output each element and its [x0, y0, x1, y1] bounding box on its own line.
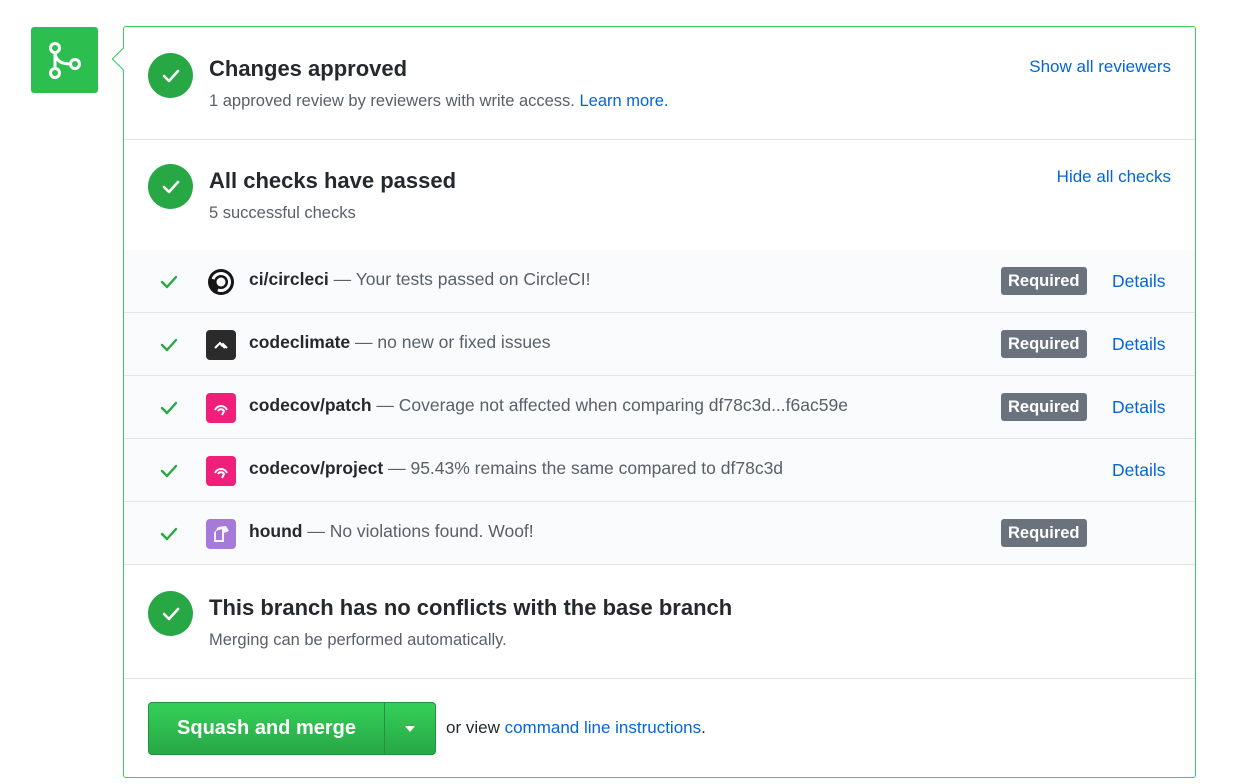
- approval-section: Changes approved 1 approved review by re…: [124, 27, 1195, 140]
- codecov-icon: [206, 393, 236, 423]
- checks-subtitle: 5 successful checks: [209, 204, 356, 222]
- hint-prefix: or view: [446, 718, 500, 737]
- check-description: — no new or fixed issues: [355, 332, 551, 352]
- merge-options-dropdown[interactable]: [385, 703, 435, 754]
- checks-summary-section: All checks have passed 5 successful chec…: [124, 139, 1195, 251]
- check-text: codecov/patch — Coverage not affected wh…: [249, 395, 848, 416]
- check-description: — No violations found. Woof!: [307, 521, 534, 541]
- command-line-hint: or view command line instructions.: [446, 718, 706, 738]
- required-badge: Required: [1001, 330, 1087, 358]
- check-icon: [160, 338, 178, 352]
- conflicts-title: This branch has no conflicts with the ba…: [209, 595, 733, 620]
- check-row: codecov/project — 95.43% remains the sam…: [124, 439, 1195, 502]
- details-link[interactable]: Details: [1112, 271, 1166, 292]
- check-name: hound: [249, 521, 303, 541]
- check-description: — Your tests passed on CircleCI!: [333, 269, 591, 289]
- hide-all-checks-link[interactable]: Hide all checks: [1057, 167, 1171, 187]
- git-merge-icon: [31, 27, 98, 93]
- check-name: codecov/project: [249, 458, 384, 478]
- check-icon: [160, 464, 178, 478]
- required-badge: Required: [1001, 519, 1087, 547]
- approval-title: Changes approved: [209, 56, 408, 81]
- conflicts-section: This branch has no conflicts with the ba…: [124, 565, 1195, 679]
- details-link[interactable]: Details: [1112, 460, 1166, 481]
- check-row: codeclimate — no new or fixed issues Req…: [124, 313, 1195, 376]
- learn-more-link[interactable]: Learn more.: [580, 92, 669, 110]
- show-all-reviewers-link[interactable]: Show all reviewers: [1029, 57, 1171, 77]
- hint-suffix: .: [701, 718, 706, 737]
- check-circle-icon: [148, 164, 193, 209]
- approval-subtitle: 1 approved review by reviewers with writ…: [209, 92, 668, 111]
- approval-subtitle-text: 1 approved review by reviewers with writ…: [209, 92, 575, 110]
- command-line-instructions-link[interactable]: command line instructions: [505, 718, 702, 737]
- hound-icon: [206, 519, 236, 549]
- check-row: hound — No violations found. Woof! Requi…: [124, 502, 1195, 565]
- caret-down-icon: [405, 725, 415, 732]
- check-icon: [160, 401, 178, 415]
- check-row: ci/circleci — Your tests passed on Circl…: [124, 250, 1195, 313]
- check-name: ci/circleci: [249, 269, 329, 289]
- check-description: — 95.43% remains the same compared to df…: [388, 458, 784, 478]
- codeclimate-icon: [206, 330, 236, 360]
- required-badge: Required: [1001, 393, 1087, 421]
- check-name: codecov/patch: [249, 395, 372, 415]
- check-text: ci/circleci — Your tests passed on Circl…: [249, 269, 590, 290]
- codecov-icon: [206, 456, 236, 486]
- circleci-icon: [206, 267, 236, 297]
- check-description: — Coverage not affected when comparing d…: [376, 395, 848, 415]
- check-circle-icon: [148, 591, 193, 636]
- details-link[interactable]: Details: [1112, 397, 1166, 418]
- details-link[interactable]: Details: [1112, 334, 1166, 355]
- merge-status-panel: Changes approved 1 approved review by re…: [123, 26, 1196, 778]
- check-text: codecov/project — 95.43% remains the sam…: [249, 458, 783, 479]
- check-name: codeclimate: [249, 332, 351, 352]
- check-circle-icon: [148, 53, 193, 98]
- squash-and-merge-button[interactable]: Squash and merge: [149, 703, 385, 754]
- check-icon: [160, 275, 178, 289]
- conflicts-subtitle: Merging can be performed automatically.: [209, 631, 507, 649]
- check-text: codeclimate — no new or fixed issues: [249, 332, 551, 353]
- check-row: codecov/patch — Coverage not affected wh…: [124, 376, 1195, 439]
- check-icon: [160, 527, 178, 541]
- merge-button-group: Squash and merge: [148, 702, 436, 755]
- check-text: hound — No violations found. Woof!: [249, 521, 534, 542]
- required-badge: Required: [1001, 267, 1087, 295]
- checks-title: All checks have passed: [209, 168, 457, 193]
